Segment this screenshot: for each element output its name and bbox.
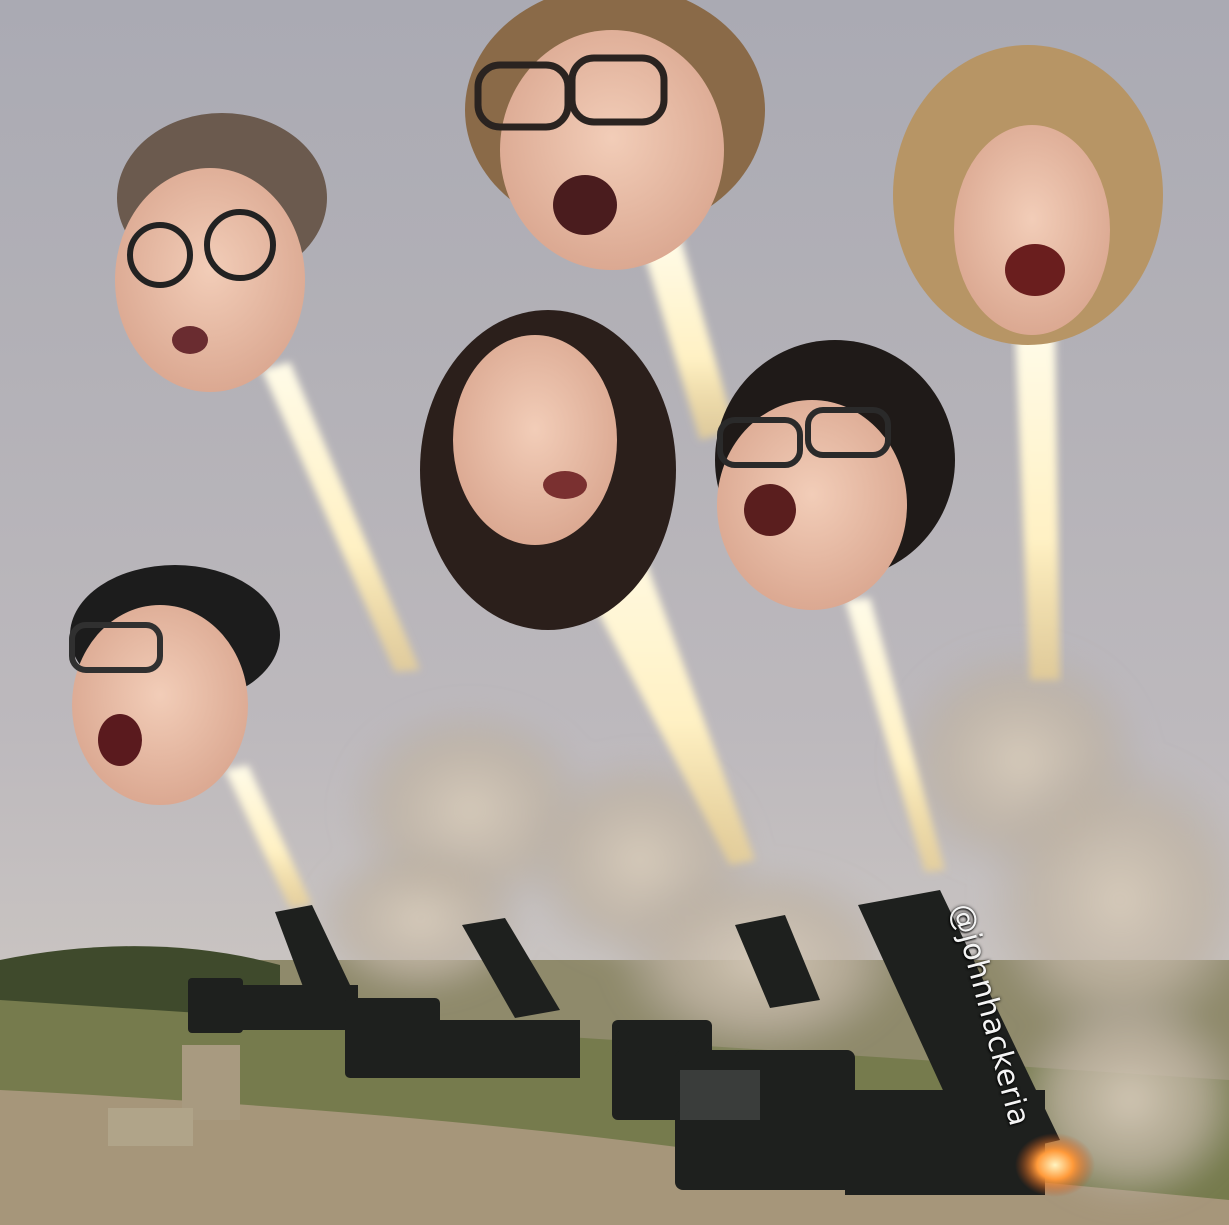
- face-head-3: [893, 45, 1163, 345]
- face-head-2: [465, 0, 765, 270]
- face-head-4: [420, 310, 676, 630]
- face-head-1: [115, 113, 327, 392]
- face-head-5: [715, 340, 955, 610]
- missile-launch-scene: [0, 0, 1229, 1225]
- photo-canvas: @johnhackeria: [0, 0, 1229, 1225]
